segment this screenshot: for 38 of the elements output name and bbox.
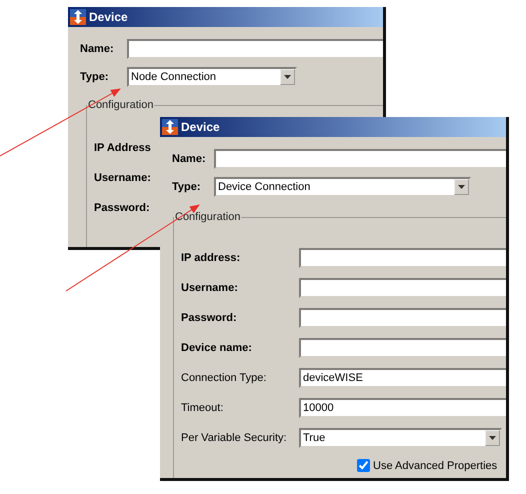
up-down-arrow-icon [70,9,86,25]
dropdown[interactable]: Device Connection [214,177,471,197]
field-label: Connection Type: [181,372,268,384]
text-field[interactable]: 10000 [299,398,506,418]
field-label: Per Variable Security: [181,432,288,444]
field-label: Type: [172,181,202,193]
field-label: Name: [80,43,115,55]
field-label: IP address: [181,252,242,264]
field-label: Timeout: [181,402,224,414]
caret-icon [284,75,291,79]
field-label: IP Address [94,142,152,154]
text-field[interactable] [214,149,506,169]
checkbox[interactable] [357,459,370,472]
text-field[interactable] [299,338,506,358]
caret-icon [458,185,465,189]
dropdown[interactable]: Node Connection [127,67,297,87]
field-label: Password: [181,312,238,324]
field-label: Name: [172,153,207,165]
up-down-arrow-icon [162,119,178,135]
dropdown-button[interactable] [280,69,295,85]
text-field[interactable] [127,39,383,59]
group-title: Configuration [87,99,154,111]
field-label: Type: [80,71,110,83]
text-field[interactable] [299,308,506,328]
field-label: Password: [94,202,151,214]
text-field[interactable]: deviceWISE [299,368,506,388]
caret-icon [489,436,496,440]
window-title: Device [89,10,128,24]
window-title: Device [181,120,220,134]
field-label: Username: [94,172,152,184]
checkbox-label: Use Advanced Properties [373,460,498,472]
dropdown[interactable]: True [299,428,502,448]
field-label: Device name: [181,342,253,354]
dropdown-button[interactable] [454,179,469,195]
dropdown-button[interactable] [485,430,500,446]
text-field[interactable] [299,278,506,298]
text-field[interactable] [299,248,506,268]
field-label: Username: [181,282,239,294]
